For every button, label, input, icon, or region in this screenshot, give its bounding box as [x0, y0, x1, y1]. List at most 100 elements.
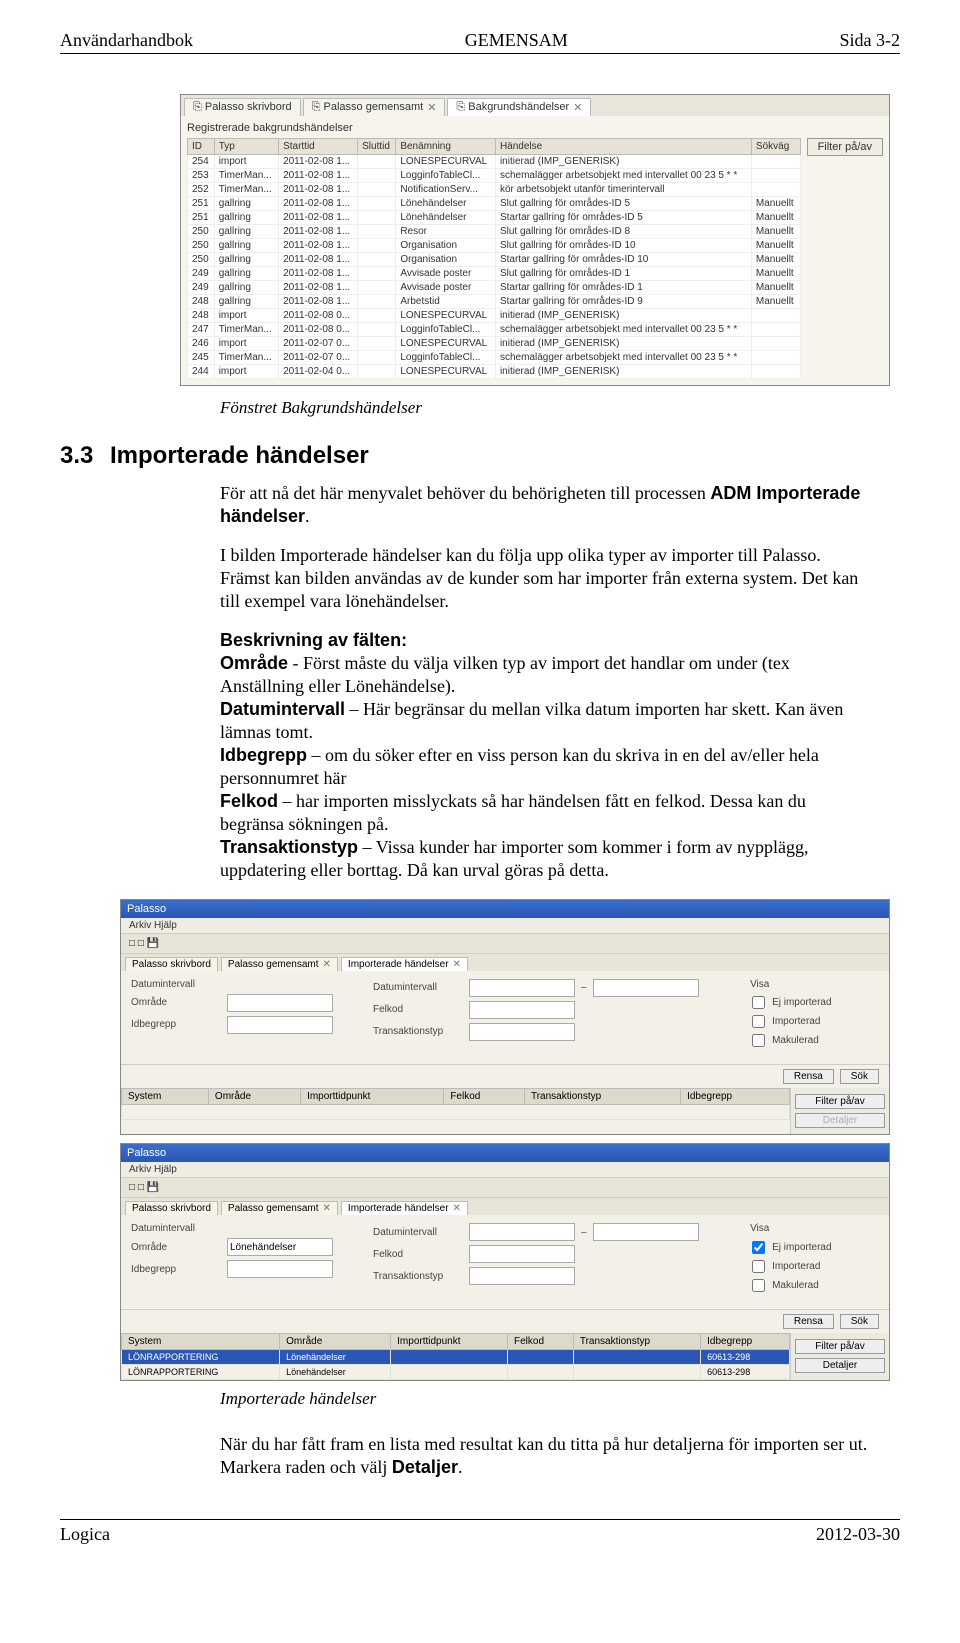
sok-button[interactable]: Sök — [840, 1069, 879, 1084]
rensa-button[interactable]: Rensa — [783, 1314, 834, 1329]
col-header[interactable]: Transaktionstyp — [573, 1334, 700, 1350]
tab-palasso-skrivbord[interactable]: Palasso skrivbord — [125, 957, 218, 971]
search-form: Datumintervall Område Idbegrepp Datumint… — [121, 971, 889, 1066]
col-header[interactable]: Område — [208, 1089, 300, 1105]
form-buttons: Rensa Sök — [121, 1310, 889, 1333]
close-icon[interactable]: ✕ — [323, 959, 331, 970]
table-row[interactable]: 252TimerMan...2011-02-08 1...Notificatio… — [188, 183, 801, 197]
screenshot-tabs: ⎘ Palasso skrivbord⎘ Palasso gemensamt ✕… — [181, 95, 889, 116]
filter-toggle-button[interactable]: Filter på/av — [807, 138, 883, 156]
col-header[interactable]: Sökväg — [751, 139, 800, 155]
transtyp-input[interactable] — [469, 1023, 575, 1041]
table-row[interactable]: 250gallring2011-02-08 1...OrganisationSt… — [188, 253, 801, 267]
col-header[interactable]: Felkod — [444, 1089, 525, 1105]
tab-palasso-gemensamt[interactable]: Palasso gemensamt ✕ — [221, 1201, 338, 1215]
table-row[interactable]: 250gallring2011-02-08 1...OrganisationSl… — [188, 239, 801, 253]
tab-importerade-händelser[interactable]: Importerade händelser ✕ — [341, 1201, 468, 1215]
omrade-input[interactable] — [227, 994, 333, 1012]
table-row[interactable]: 247TimerMan...2011-02-08 0...LogginfoTab… — [188, 323, 801, 337]
col-header[interactable]: Händelse — [495, 139, 751, 155]
window-tabs: Palasso skrivbordPalasso gemensamt ✕Impo… — [121, 954, 889, 971]
sok-button[interactable]: Sök — [840, 1314, 879, 1329]
table-row[interactable]: 248import2011-02-08 0...LONESPECURVALini… — [188, 309, 801, 323]
col-header[interactable]: Importtidpunkt — [391, 1334, 508, 1350]
header-right: Sida 3-2 — [839, 30, 900, 51]
chk-ej-importerad[interactable] — [752, 1241, 765, 1254]
paragraph-intro: För att nå det här menyvalet behöver du … — [220, 482, 870, 528]
transtyp-input[interactable] — [469, 1267, 575, 1285]
col-header[interactable]: Område — [280, 1334, 391, 1350]
col-header[interactable]: Felkod — [508, 1334, 574, 1350]
col-header[interactable]: System — [122, 1334, 280, 1350]
col-header[interactable]: Benämning — [396, 139, 496, 155]
datum-to-input[interactable] — [593, 1223, 699, 1241]
chk-makulerad[interactable] — [752, 1034, 765, 1047]
datum-from-input[interactable] — [469, 979, 575, 997]
rensa-button[interactable]: Rensa — [783, 1069, 834, 1084]
caption-screenshot1: Fönstret Bakgrundshändelser — [220, 398, 900, 418]
window-titlebar: Palasso — [121, 1144, 889, 1162]
detaljer-button[interactable]: Detaljer — [795, 1113, 885, 1128]
felkod-input[interactable] — [469, 1245, 575, 1263]
datum-to-input[interactable] — [593, 979, 699, 997]
table-row[interactable]: 244import2011-02-04 0...LONESPECURVALini… — [188, 365, 801, 379]
omrade-input[interactable] — [227, 1238, 333, 1256]
idbegrepp-input[interactable] — [227, 1016, 333, 1034]
table-row[interactable]: LÖNRAPPORTERINGLönehändelser60613-298 — [122, 1365, 790, 1380]
page-header: Användarhandbok GEMENSAM Sida 3-2 — [60, 30, 900, 54]
filter-button[interactable]: Filter på/av — [795, 1339, 885, 1354]
close-icon[interactable]: ✕ — [427, 101, 436, 114]
col-header[interactable]: Sluttid — [358, 139, 396, 155]
close-icon[interactable]: ✕ — [453, 959, 461, 970]
table-row[interactable]: 254import2011-02-08 1...LONESPECURVALini… — [188, 155, 801, 169]
section-number: 3.3 — [60, 442, 110, 470]
table-row[interactable]: 249gallring2011-02-08 1...Avvisade poste… — [188, 281, 801, 295]
datum-from-input[interactable] — [469, 1223, 575, 1241]
col-header[interactable]: Typ — [214, 139, 278, 155]
col-header[interactable]: Idbegrepp — [681, 1089, 790, 1105]
tab-importerade-händelser[interactable]: Importerade händelser ✕ — [341, 957, 468, 971]
tab-palasso-skrivbord[interactable]: Palasso skrivbord — [125, 1201, 218, 1215]
col-header[interactable]: Starttid — [279, 139, 358, 155]
search-form: Datumintervall Område Idbegrepp Datumint… — [121, 1215, 889, 1310]
close-icon[interactable]: ✕ — [453, 1203, 461, 1214]
header-center: GEMENSAM — [465, 30, 568, 51]
table-row[interactable]: 251gallring2011-02-08 1...LönehändelserS… — [188, 197, 801, 211]
tab-palasso-gemensamt[interactable]: ⎘ Palasso gemensamt ✕ — [303, 98, 446, 116]
tab-palasso-gemensamt[interactable]: Palasso gemensamt ✕ — [221, 957, 338, 971]
header-left: Användarhandbok — [60, 30, 193, 51]
section-heading: 3.3 Importerade händelser — [60, 442, 900, 470]
detaljer-button[interactable]: Detaljer — [795, 1358, 885, 1373]
window-menu[interactable]: Arkiv Hjälp — [121, 918, 889, 934]
felkod-input[interactable] — [469, 1001, 575, 1019]
col-header[interactable]: Importtidpunkt — [301, 1089, 444, 1105]
section-title: Importerade händelser — [110, 442, 369, 470]
window-tabs: Palasso skrivbordPalasso gemensamt ✕Impo… — [121, 1198, 889, 1215]
col-header[interactable]: ID — [188, 139, 215, 155]
close-icon[interactable]: ✕ — [573, 101, 582, 114]
chk-importerad[interactable] — [752, 1260, 765, 1273]
table-row[interactable]: LÖNRAPPORTERINGLönehändelser60613-298 — [122, 1350, 790, 1365]
chk-makulerad[interactable] — [752, 1279, 765, 1292]
window-toolbar: □ □ 💾 — [121, 1178, 889, 1198]
caption-screenshot2: Importerade händelser — [220, 1389, 900, 1409]
close-icon[interactable]: ✕ — [323, 1203, 331, 1214]
table-row[interactable]: 251gallring2011-02-08 1...LönehändelserS… — [188, 211, 801, 225]
window-menu[interactable]: Arkiv Hjälp — [121, 1162, 889, 1178]
tab-bakgrundshändelser[interactable]: ⎘ Bakgrundshändelser ✕ — [447, 98, 591, 116]
col-header[interactable]: Idbegrepp — [701, 1334, 790, 1350]
table-row[interactable]: 248gallring2011-02-08 1...ArbetstidStart… — [188, 295, 801, 309]
table-row[interactable]: 246import2011-02-07 0...LONESPECURVALini… — [188, 337, 801, 351]
table-row[interactable]: 250gallring2011-02-08 1...ResorSlut gall… — [188, 225, 801, 239]
tab-palasso-skrivbord[interactable]: ⎘ Palasso skrivbord — [184, 98, 301, 116]
table-row[interactable]: 253TimerMan...2011-02-08 1...LogginfoTab… — [188, 169, 801, 183]
window-titlebar: Palasso — [121, 900, 889, 918]
col-header[interactable]: System — [122, 1089, 209, 1105]
filter-button[interactable]: Filter på/av — [795, 1094, 885, 1109]
chk-importerad[interactable] — [752, 1015, 765, 1028]
table-row[interactable]: 245TimerMan...2011-02-07 0...LogginfoTab… — [188, 351, 801, 365]
table-row[interactable]: 249gallring2011-02-08 1...Avvisade poste… — [188, 267, 801, 281]
chk-ej-importerad[interactable] — [752, 996, 765, 1009]
idbegrepp-input[interactable] — [227, 1260, 333, 1278]
col-header[interactable]: Transaktionstyp — [524, 1089, 680, 1105]
